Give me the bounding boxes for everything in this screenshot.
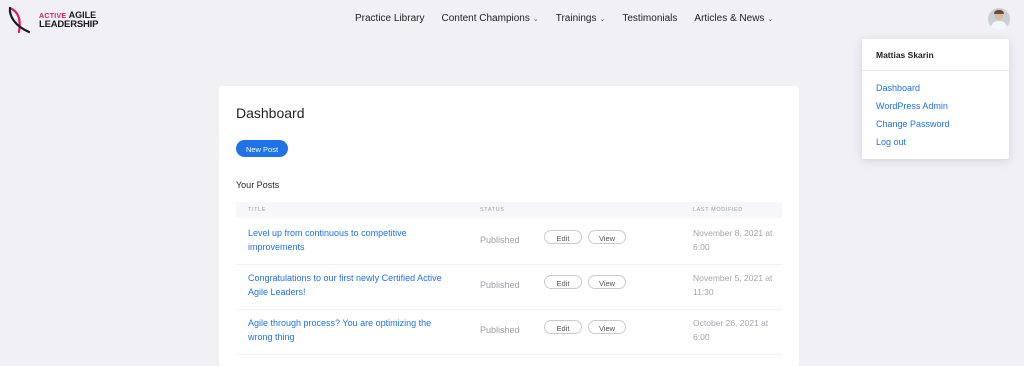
new-post-button[interactable]: New Post [236,140,288,157]
nav-practice-library[interactable]: Practice Library [355,13,424,24]
nav-label: Testimonials [622,13,678,24]
user-name: Mattias Skarin [876,50,934,60]
nav-articles-news[interactable]: Articles & News ⌄ [694,13,773,24]
page-title: Dashboard [236,105,305,121]
top-navigation-bar: ACTIVE AGILE LEADERSHIP Practice Library… [0,0,1024,40]
nav-label: Practice Library [355,13,425,24]
table-row: Level up from continuous to competitive … [236,220,782,265]
nav-testimonials[interactable]: Testimonials [622,13,677,24]
column-header-title: TITLE [248,207,266,213]
post-modified-date: October 26, 2021 at 6:00 [693,318,769,342]
post-title-link[interactable]: Agile through process? You are optimizin… [248,316,458,344]
chevron-down-icon: ⌄ [767,15,774,23]
main-nav: Practice Library Content Champions ⌄ Trai… [355,13,790,24]
menu-item-dashboard[interactable]: Dashboard [876,83,920,93]
post-status: Published [480,235,520,245]
edit-button[interactable]: Edit [544,320,582,334]
nav-trainings[interactable]: Trainings ⌄ [556,13,606,24]
nav-label: Content Champions [441,13,530,24]
post-status: Published [480,280,520,290]
menu-item-change-password[interactable]: Change Password [876,119,950,129]
menu-item-log-out[interactable]: Log out [876,137,906,147]
view-button[interactable]: View [588,275,626,289]
user-menu-dropdown: Mattias Skarin Dashboard WordPress Admin… [862,39,1009,159]
post-status: Published [480,325,520,335]
logo-text-leadership: LEADERSHIP [39,19,99,30]
column-header-status: STATUS [480,207,505,213]
post-modified-date: November 5, 2021 at 11:30 [693,273,773,297]
table-row: Congratulations to our first newly Certi… [236,265,782,310]
logo-mark-icon [8,6,31,34]
user-avatar[interactable] [988,8,1010,30]
post-modified-date: November 8, 2021 at 6:00 [693,228,773,252]
posts-table-header: TITLE STATUS LAST MODIFIED [236,202,782,218]
edit-button[interactable]: Edit [544,275,582,289]
edit-button[interactable]: Edit [544,230,582,244]
chevron-down-icon: ⌄ [599,15,606,23]
nav-content-champions[interactable]: Content Champions ⌄ [441,13,538,24]
post-title-link[interactable]: Congratulations to our first newly Certi… [248,271,458,299]
view-button[interactable]: View [588,230,626,244]
view-button[interactable]: View [588,320,626,334]
nav-label: Trainings [555,13,597,24]
post-title-link[interactable]: Level up from continuous to competitive … [248,226,458,254]
divider [862,70,1009,71]
menu-item-wordpress-admin[interactable]: WordPress Admin [876,101,948,111]
dashboard-card: Dashboard New Post Your Posts TITLE STAT… [219,86,799,366]
nav-label: Articles & News [694,13,765,24]
chevron-down-icon: ⌄ [532,15,539,23]
column-header-modified: LAST MODIFIED [693,207,743,213]
table-row: Agile through process? You are optimizin… [236,310,782,355]
section-heading: Your Posts [236,180,280,190]
